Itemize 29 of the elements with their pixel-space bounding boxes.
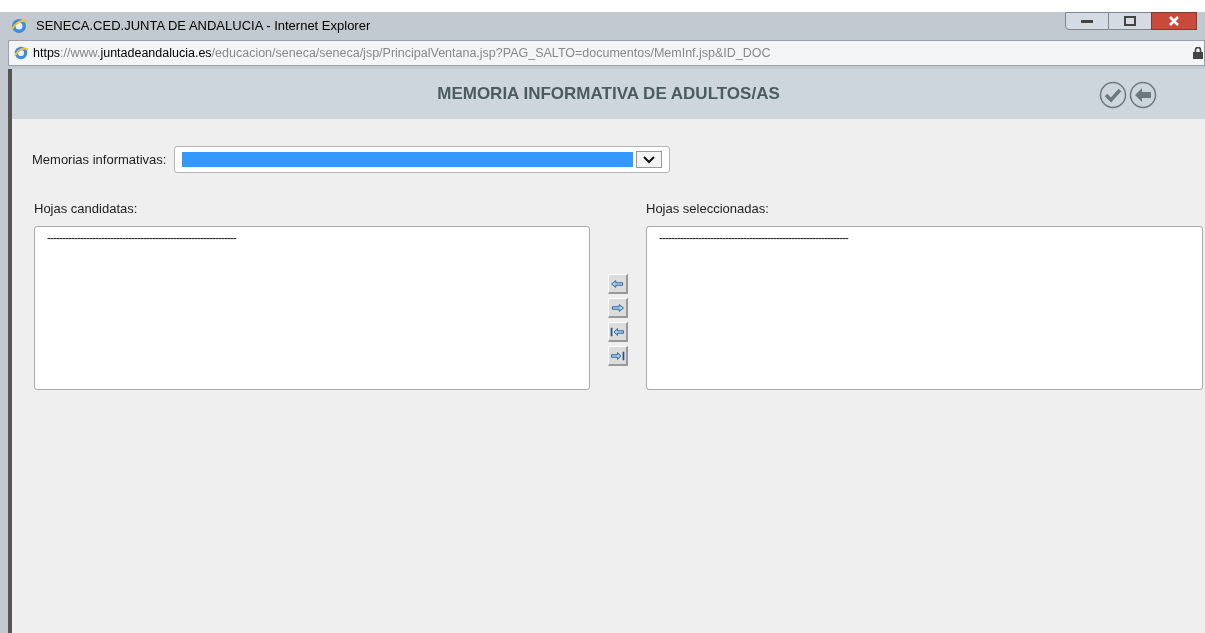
- address-bar[interactable]: https://www.juntadeandalucia.es/educacion/seneca/seneca/jsp/PrincipalVentana.jsp?PAG_SALTO=documentos/MemInf.jsp&ID_DOC: [8, 40, 1205, 66]
- selected-listbox[interactable]: ---------------------------------------------------------------: [646, 225, 1203, 390]
- move-right-button[interactable]: [608, 298, 628, 318]
- browser-logo-icon: [10, 17, 28, 35]
- back-button[interactable]: [1129, 81, 1157, 109]
- browser-logo-icon: [13, 45, 29, 61]
- close-button[interactable]: [1151, 12, 1197, 30]
- minimize-button[interactable]: [1065, 12, 1109, 30]
- maximize-icon: [1124, 16, 1136, 26]
- check-icon: [1099, 81, 1127, 109]
- field-label: Memorias informativas:: [32, 150, 167, 169]
- move-left-button[interactable]: [608, 274, 628, 294]
- list-label: Hojas candidatas:: [34, 200, 139, 218]
- move-all-left-button[interactable]: [608, 322, 628, 342]
- url-text: https://www.juntadeandalucia.es/educacion/seneca/seneca/jsp/PrincipalVentana.jsp?PAG_SALTO=documentos/MemInf.jsp&ID_DOC: [33, 44, 772, 62]
- page-title: MEMORIA INFORMATIVA DE ADULTOS/AS: [437, 83, 780, 106]
- list-label: Hojas seleccionadas:: [646, 200, 770, 218]
- window-title: SENECA.CED.JUNTA DE ANDALUCIA - Internet Explorer: [36, 17, 371, 36]
- list-option[interactable]: ---------------------------------------------------------------: [659, 230, 848, 246]
- candidates-listbox[interactable]: ---------------------------------------------------------------: [34, 225, 590, 390]
- minimize-icon: [1081, 19, 1093, 23]
- accept-button[interactable]: [1099, 81, 1127, 109]
- move-all-right-button[interactable]: [608, 346, 628, 366]
- maximize-button[interactable]: [1109, 12, 1151, 30]
- memorias-dropdown[interactable]: [174, 146, 671, 173]
- caret-icon: [636, 151, 663, 168]
- lock-icon: [1193, 47, 1203, 59]
- close-icon: [1168, 16, 1180, 26]
- list-option[interactable]: ---------------------------------------------------------------: [47, 230, 236, 246]
